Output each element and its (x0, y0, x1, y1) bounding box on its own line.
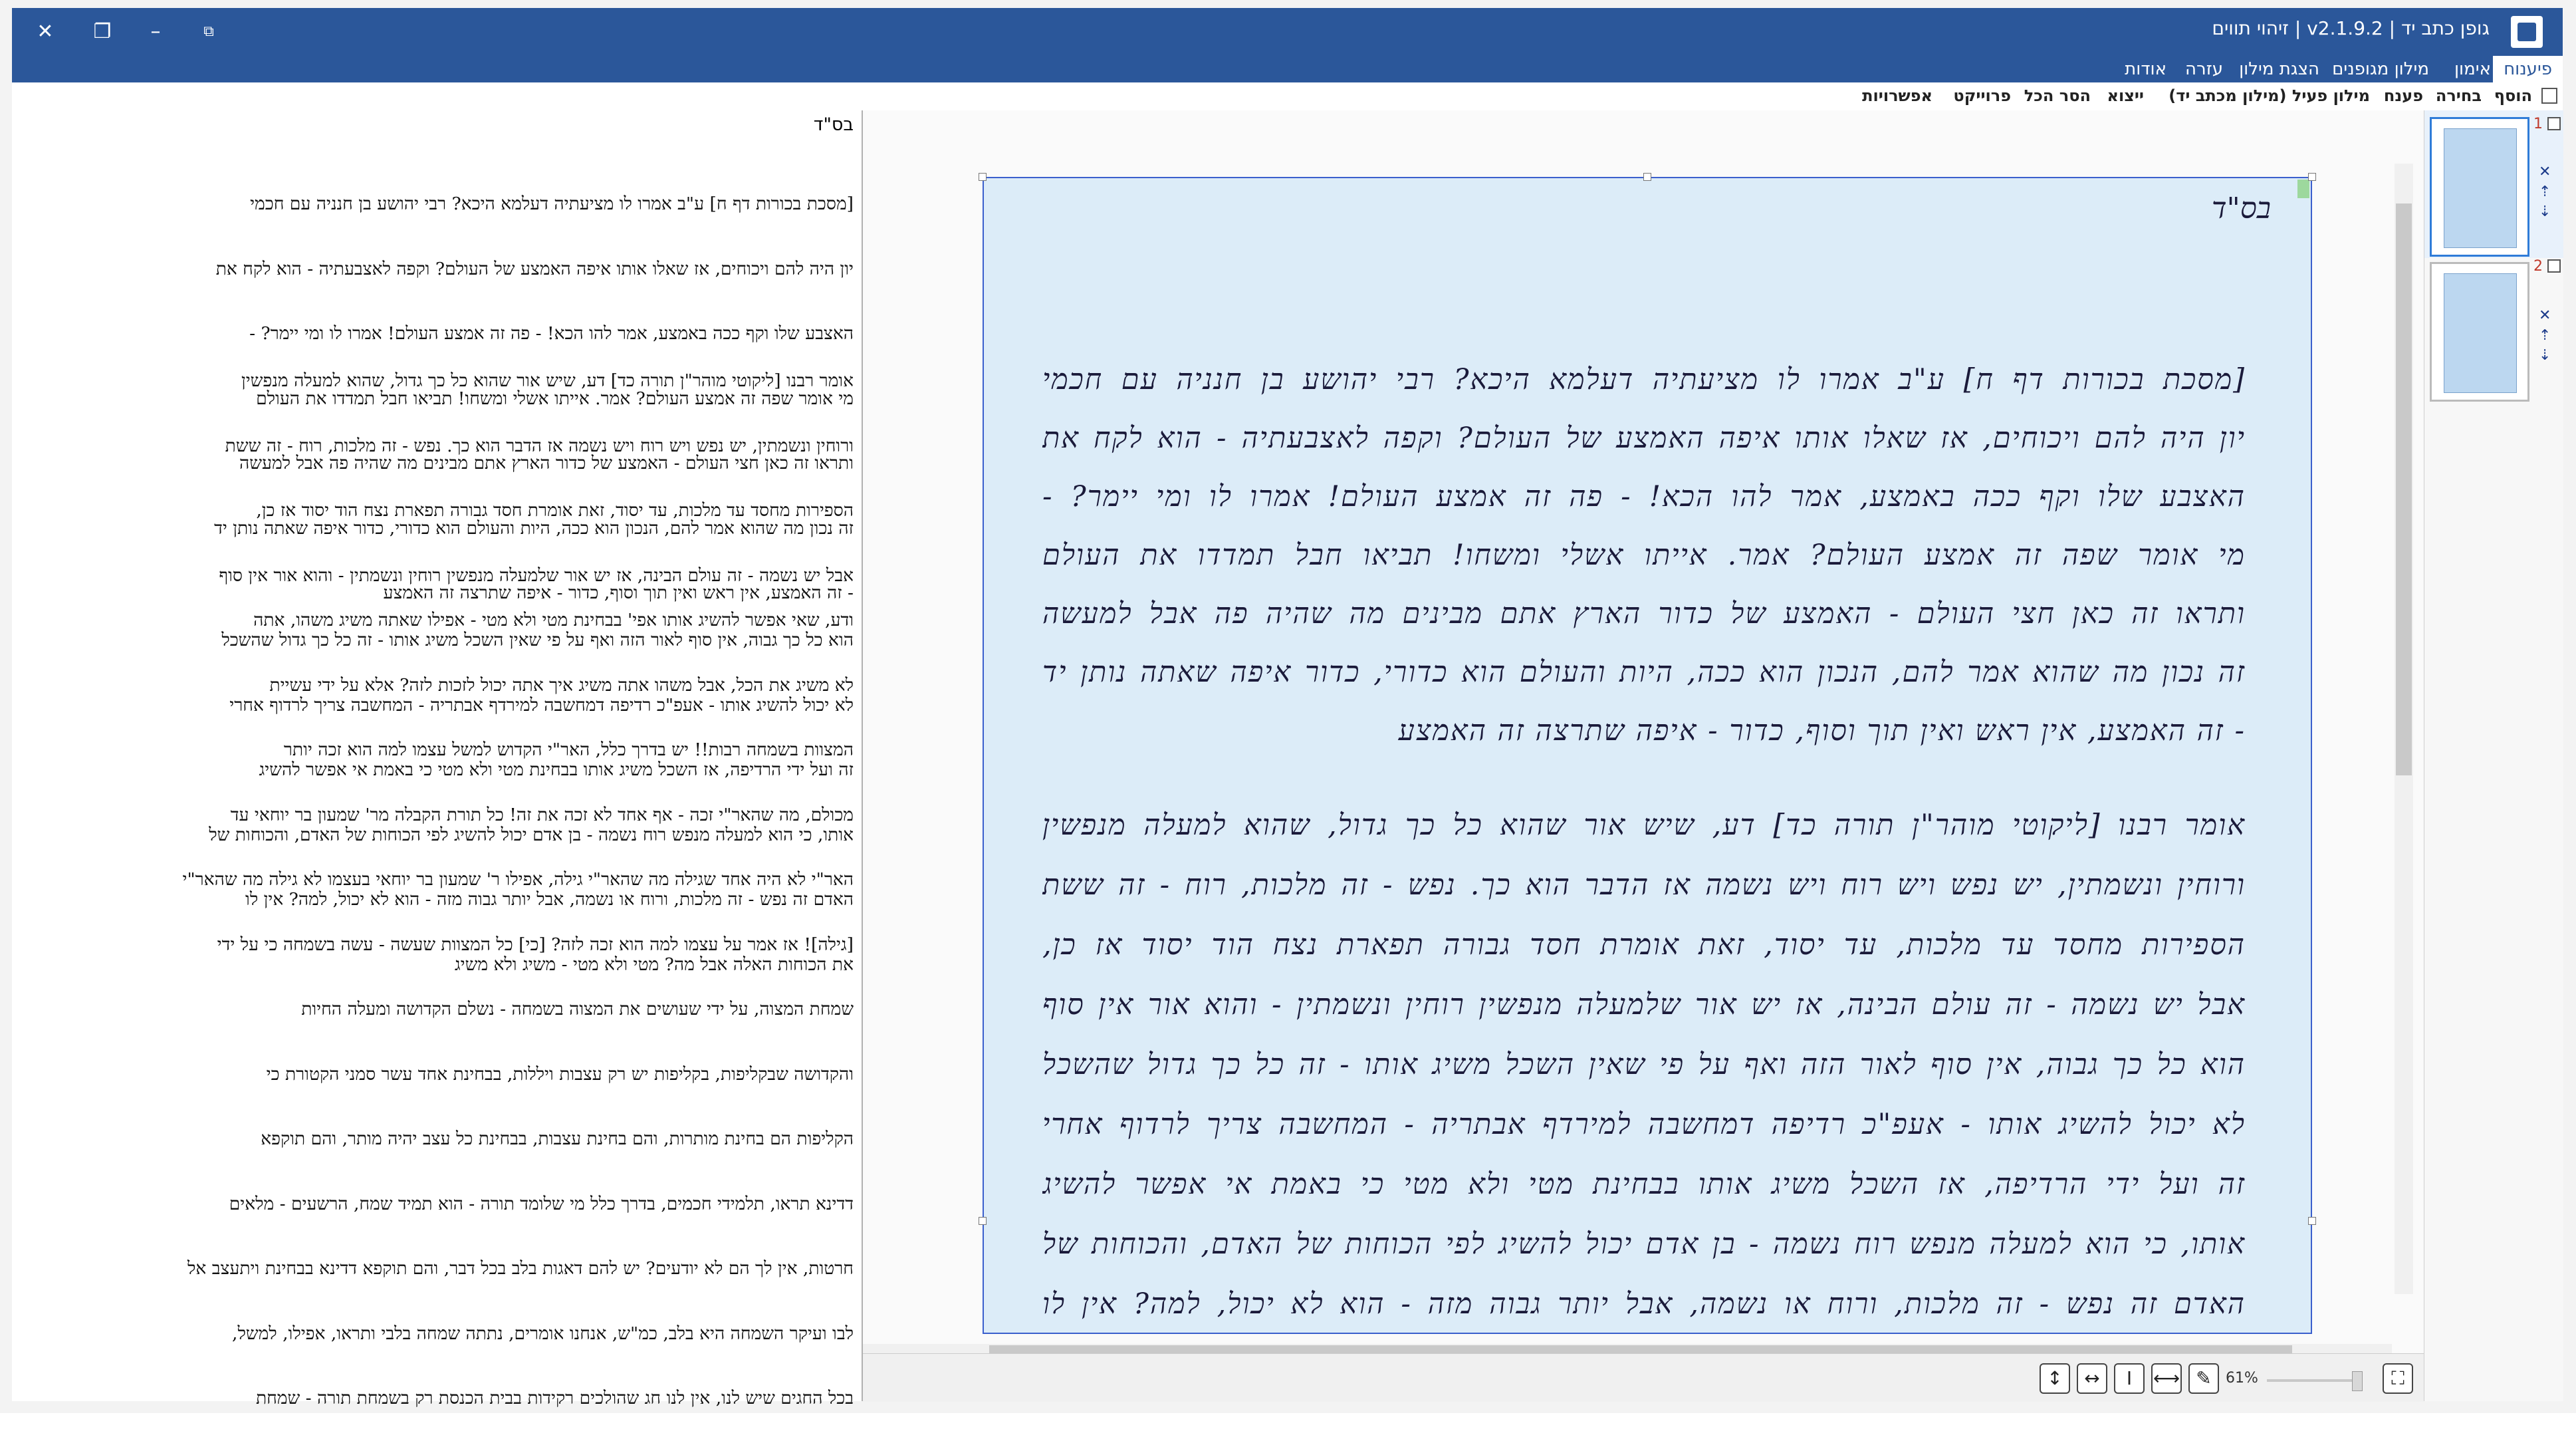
delete-page-icon[interactable]: ✕ (2539, 164, 2551, 180)
text-line: האר"י לא היה אחד שגילה מה שהאר"י גילה, א… (182, 869, 854, 890)
text-line: דדינא תראו, תלמידי חכמים, בדרך כלל מי של… (229, 1193, 854, 1214)
move-down-icon[interactable]: ⇣ (2539, 347, 2551, 364)
text-line: שמחת המצוה, על ידי שעושים את המצוה בשמחה… (301, 999, 854, 1019)
decode-button[interactable]: פענח (2384, 86, 2423, 105)
text-line: הספירות מחסד עד מלכות, עד יסוד, זאת אומר… (256, 500, 854, 521)
move-up-icon[interactable]: ⇡ (2539, 184, 2551, 200)
handwriting-line: הספירות מחסד עד מלכות, עד יסוד, זאת אומר… (1042, 928, 2246, 962)
tab-training[interactable]: אימון (2444, 56, 2502, 82)
ribbon-tabs: פיענוח אימון מילון מגופנים הצגת מילון עז… (12, 56, 2563, 82)
resize-handle[interactable] (2308, 173, 2316, 181)
handwriting-line: האצבע שלו וקף ככה באמצע, אמר להו הכא! - … (1042, 480, 2246, 513)
tab-decode[interactable]: פיענוח (2493, 56, 2563, 82)
handwriting-line: זה נכון מה שהוא אמר להם, הנכון הוא ככה, … (1042, 656, 2246, 689)
text-height-icon[interactable]: I (2114, 1363, 2145, 1394)
thumbnail-image (2444, 128, 2517, 248)
text-line: חרטות, אין לך הם לא יודעים? יש להם דאגות… (187, 1258, 854, 1279)
window-title: גופן כתב יד | v2.1.9.2 | זיהוי תווים (2212, 17, 2490, 39)
snap-icon[interactable]: ⧉ (189, 15, 229, 49)
app-logo-icon (2511, 16, 2543, 48)
handwriting-line: ותראו זה כאן חצי העולם - האמצע של כדור ה… (1042, 597, 2246, 630)
handwriting-line: הוא כל כך גבוה, אין סוף לאור הזה ואף על … (1042, 1048, 2246, 1081)
handwriting-line: ורוחין ונשמתין, יש נפש ויש רוח ויש נשמה … (1042, 868, 2246, 902)
handwriting-line: אותו, כי הוא למעלה מנפש רוח נשמה - בן אד… (1042, 1228, 2246, 1261)
handwriting-line: [מסכת בכורות דף ח] ע"ב אמרו לו מציעתיה ד… (1042, 363, 2246, 396)
toolbar-checkbox[interactable] (2541, 88, 2557, 104)
text-line: יון היה להם ויכוחים, אז שאלו אותו איפה ה… (215, 258, 854, 279)
text-line: [מסכת בכורות דף ח] ע"ב אמרו לו מציעתיה ד… (250, 194, 854, 214)
project-button[interactable]: פרוייקט (1953, 86, 2011, 105)
tab-show-dictionary[interactable]: הצגת מילון (2228, 56, 2330, 82)
handwriting-line: זה ועל ידי הרדיפה, אז השכל משיג אותו בבח… (1042, 1168, 2246, 1201)
text-line: והקדושה שבקליפות, בקליפות יש רק עצבות וי… (266, 1063, 854, 1085)
fit-page-icon[interactable]: ⛶ (2383, 1363, 2413, 1394)
text-width-icon[interactable]: ⟷ (2151, 1363, 2182, 1394)
text-line: מכולם, מה שהאר"י זכה - אף אחד לא זכה את … (230, 804, 854, 825)
zoom-slider[interactable] (2267, 1379, 2360, 1382)
options-button[interactable]: אפשרויות (1862, 86, 1932, 105)
recognized-text-pane[interactable]: בס"ד [מסכת בכורות דף ח] ע"ב אמרו לו מציע… (12, 110, 863, 1408)
fit-width-icon[interactable]: ↔ (2077, 1363, 2107, 1394)
text-line: לא משיג את הכל, אבל משהו אתה משיג איך את… (269, 674, 854, 696)
add-button[interactable]: הוסף (2494, 86, 2532, 105)
delete-page-icon[interactable]: ✕ (2539, 307, 2551, 324)
export-button[interactable]: ייצוא (2107, 86, 2144, 105)
text-line: המצוות בשמחה רבות!! יש בדרך כלל, האר"י ה… (283, 739, 854, 760)
minimize-icon[interactable]: – (136, 15, 176, 49)
vertical-scroll-thumb[interactable] (2396, 203, 2412, 775)
page-checkbox[interactable] (2547, 117, 2561, 130)
remove-all-button[interactable]: הסר הכל (2024, 86, 2091, 105)
resize-handle[interactable] (979, 1217, 987, 1225)
resize-handle[interactable] (1643, 173, 1651, 181)
text-line: לבו ועיקר השמחה היא בלב, כמ"ש, אנחנו אומ… (232, 1323, 854, 1344)
resize-handle[interactable] (979, 173, 987, 181)
select-button[interactable]: בחירה (2436, 86, 2482, 105)
restore-icon[interactable]: ❐ (82, 15, 122, 49)
text-line: אומר רבנו [ליקוטי מוהר"ן תורה כד] דע, שי… (241, 370, 854, 391)
text-line: [גילה]! אז אמר על עצמו למה הוא זכה לזה? … (217, 934, 854, 955)
handwriting-line: מי אומר שפה זה אמצע העולם? אמר. אייתו אש… (1042, 539, 2246, 572)
text-header: בס"ד (813, 114, 854, 135)
handwriting-line: אומר רבנו [ליקוטי מוהר"ן תורה כד] דע, שי… (1042, 809, 2246, 842)
tab-font-dictionary[interactable]: מילון מגופנים (2321, 56, 2440, 82)
active-dictionary-button[interactable]: מילון פעיל (מילון מכתב יד) (2168, 86, 2370, 105)
handwriting-header: בס"ד (2211, 192, 2271, 225)
text-paragraph-3: ודע, שאי אפשר להשיג אותו אפי' בבחינת מטי… (19, 567, 854, 1453)
text-line: ודע, שאי אפשר להשיג אותו אפי' בבחינת מטי… (253, 610, 854, 630)
zoom-slider-knob[interactable] (2352, 1371, 2363, 1391)
view-toolbar: ↕ ↔ I ⟷ ✎ 61% ⛶ (863, 1353, 2424, 1402)
title-bar: ✕ ❐ – ⧉ גופן כתב יד | v2.1.9.2 | זיהוי ת… (12, 8, 2563, 56)
page-checkbox[interactable] (2547, 259, 2561, 273)
magic-wand-icon[interactable]: ✎ (2188, 1363, 2219, 1394)
resize-handle[interactable] (2308, 1217, 2316, 1225)
page-thumbnail-1[interactable] (2430, 117, 2529, 257)
tab-about[interactable]: אודות (2114, 56, 2177, 82)
handwriting-line: לא יכול להשיג אותו - אעפ"כ רדיפה דמחשבה … (1042, 1108, 2246, 1141)
text-line: בכל החגים שיש לנו, אין לנו חג שהולכים רק… (255, 1388, 854, 1408)
page-thumbnail-2[interactable] (2430, 262, 2529, 402)
toolbar: הוסף בחירה פענח מילון פעיל (מילון מכתב י… (12, 82, 2563, 111)
close-icon[interactable]: ✕ (25, 15, 65, 49)
selection-tag (2297, 180, 2309, 198)
handwriting-line: - זה האמצע, אין ראש ואין תוך וסוף, כדור … (1398, 714, 2246, 747)
handwriting-line: יון היה להם ויכוחים, אז שאלו אותו איפה ה… (1042, 422, 2246, 455)
tab-help[interactable]: עזרה (2174, 56, 2234, 82)
text-line: הקליפות הם בחינת מותרות, והם בחינת עצבות… (261, 1128, 854, 1149)
image-view-pane[interactable]: בס"ד [מסכת בכורות דף ח] ע"ב אמרו לו מציע… (863, 110, 2424, 1401)
thumbnail-image (2444, 273, 2517, 393)
fit-height-icon[interactable]: ↕ (2040, 1363, 2070, 1394)
move-up-icon[interactable]: ⇡ (2539, 327, 2551, 344)
page-thumbnails-pane: 1 ✕ ⇡ ⇣ 2 ✕ ⇡ ⇣ (2424, 110, 2563, 1401)
text-line: ורוחין ונשמתין, יש נפש ויש רוח ויש נשמה … (225, 435, 854, 456)
handwritten-page-image[interactable]: בס"ד [מסכת בכורות דף ח] ע"ב אמרו לו מציע… (983, 177, 2312, 1334)
page-number: 2 (2533, 258, 2543, 275)
handwriting-line: אבל יש נשמה - זה עולם הבינה, אז יש אור ש… (1042, 988, 2246, 1021)
handwriting-line: האדם זה נפש - זה מלכות, ורוח או נשמה, אב… (1042, 1287, 2246, 1321)
move-down-icon[interactable]: ⇣ (2539, 203, 2551, 220)
zoom-level: 61% (2226, 1370, 2258, 1387)
page-number: 1 (2533, 116, 2543, 132)
